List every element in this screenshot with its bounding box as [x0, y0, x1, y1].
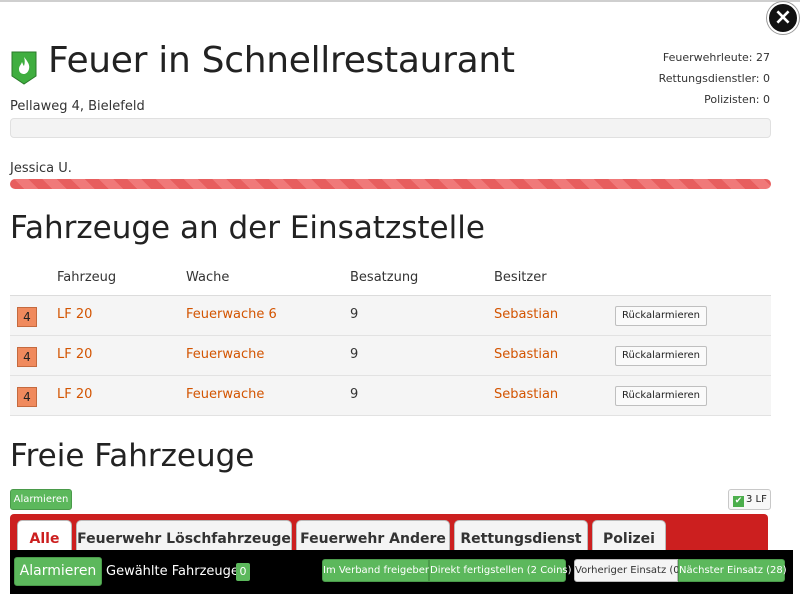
selected-vehicles-label: Gewählte Fahrzeuge :: [106, 564, 248, 579]
recall-button[interactable]: Rückalarmieren: [615, 306, 707, 326]
next-mission-button[interactable]: Nächster Einsatz (28): [678, 559, 787, 582]
recall-button[interactable]: Rückalarmieren: [615, 346, 707, 366]
alarm-button[interactable]: Alarmieren: [14, 557, 102, 586]
crew-count: 9: [350, 347, 359, 362]
table-row: 4 LF 20 Feuerwache 6 9 Sebastian Rückala…: [10, 296, 771, 336]
selected-vehicles-count: 0: [236, 563, 250, 581]
table-header: Fahrzeug Wache Besatzung Besitzer: [10, 260, 771, 296]
police-count: Polizisten: 0: [704, 93, 770, 106]
status-badge: 4: [17, 387, 37, 407]
recall-button[interactable]: Rückalarmieren: [615, 386, 707, 406]
vehicle-link[interactable]: LF 20: [57, 307, 92, 322]
mission-progress-bar: [10, 118, 771, 138]
vehicle-link[interactable]: LF 20: [57, 347, 92, 362]
table-row: 4 LF 20 Feuerwache 9 Sebastian Rückalarm…: [10, 336, 771, 376]
rescue-count: Rettungsdienstler: 0: [658, 72, 770, 85]
vehicle-link[interactable]: LF 20: [57, 387, 92, 402]
owner-link[interactable]: Sebastian: [494, 347, 558, 362]
top-border: [0, 0, 800, 2]
station-link[interactable]: Feuerwache 6: [186, 307, 277, 322]
share-alliance-button[interactable]: Im Verband freigeben: [322, 559, 431, 582]
table-row: 4 LF 20 Feuerwache 9 Sebastian Rückalarm…: [10, 376, 771, 416]
owner-link[interactable]: Sebastian: [494, 387, 558, 402]
column-vehicle: Fahrzeug: [57, 270, 117, 285]
column-station: Wache: [186, 270, 230, 285]
onscene-heading: Fahrzeuge an der Einsatzstelle: [10, 210, 485, 246]
free-vehicles-heading: Freie Fahrzeuge: [10, 438, 255, 474]
station-link[interactable]: Feuerwache: [186, 347, 264, 362]
user-name: Jessica U.: [10, 161, 72, 176]
close-icon[interactable]: ×: [767, 2, 799, 34]
alarm-button-small[interactable]: Alarmieren: [10, 489, 72, 510]
crew-count: 9: [350, 307, 359, 322]
status-badge: 4: [17, 347, 37, 367]
previous-mission-button[interactable]: Vorheriger Einsatz (0): [574, 559, 684, 582]
flame-marker-icon: [11, 51, 37, 85]
station-link[interactable]: Feuerwache: [186, 387, 264, 402]
column-owner: Besitzer: [494, 270, 547, 285]
column-crew: Besatzung: [350, 270, 419, 285]
lf-filter-checkbox[interactable]: ✔ 3 LF: [728, 489, 771, 510]
checkbox-icon: ✔: [733, 496, 744, 507]
finish-directly-button[interactable]: Direkt fertigstellen (2 Coins): [429, 559, 572, 582]
mission-address: Pellaweg 4, Bielefeld: [10, 99, 145, 114]
lf-badge-label: 3 LF: [746, 494, 767, 505]
owner-link[interactable]: Sebastian: [494, 307, 558, 322]
firefighters-count: Feuerwehrleute: 27: [662, 51, 770, 64]
personnel-stats: Feuerwehrleute: 27 Rettungsdienstler: 0 …: [659, 47, 770, 110]
bottom-action-bar: Alarmieren Gewählte Fahrzeuge : 0 Im Ver…: [10, 550, 793, 594]
status-badge: 4: [17, 307, 37, 327]
user-progress-bar: [10, 179, 771, 189]
onscene-vehicle-table: Fahrzeug Wache Besatzung Besitzer 4 LF 2…: [10, 260, 771, 416]
crew-count: 9: [350, 387, 359, 402]
mission-title: Feuer in Schnellrestaurant: [48, 40, 515, 81]
